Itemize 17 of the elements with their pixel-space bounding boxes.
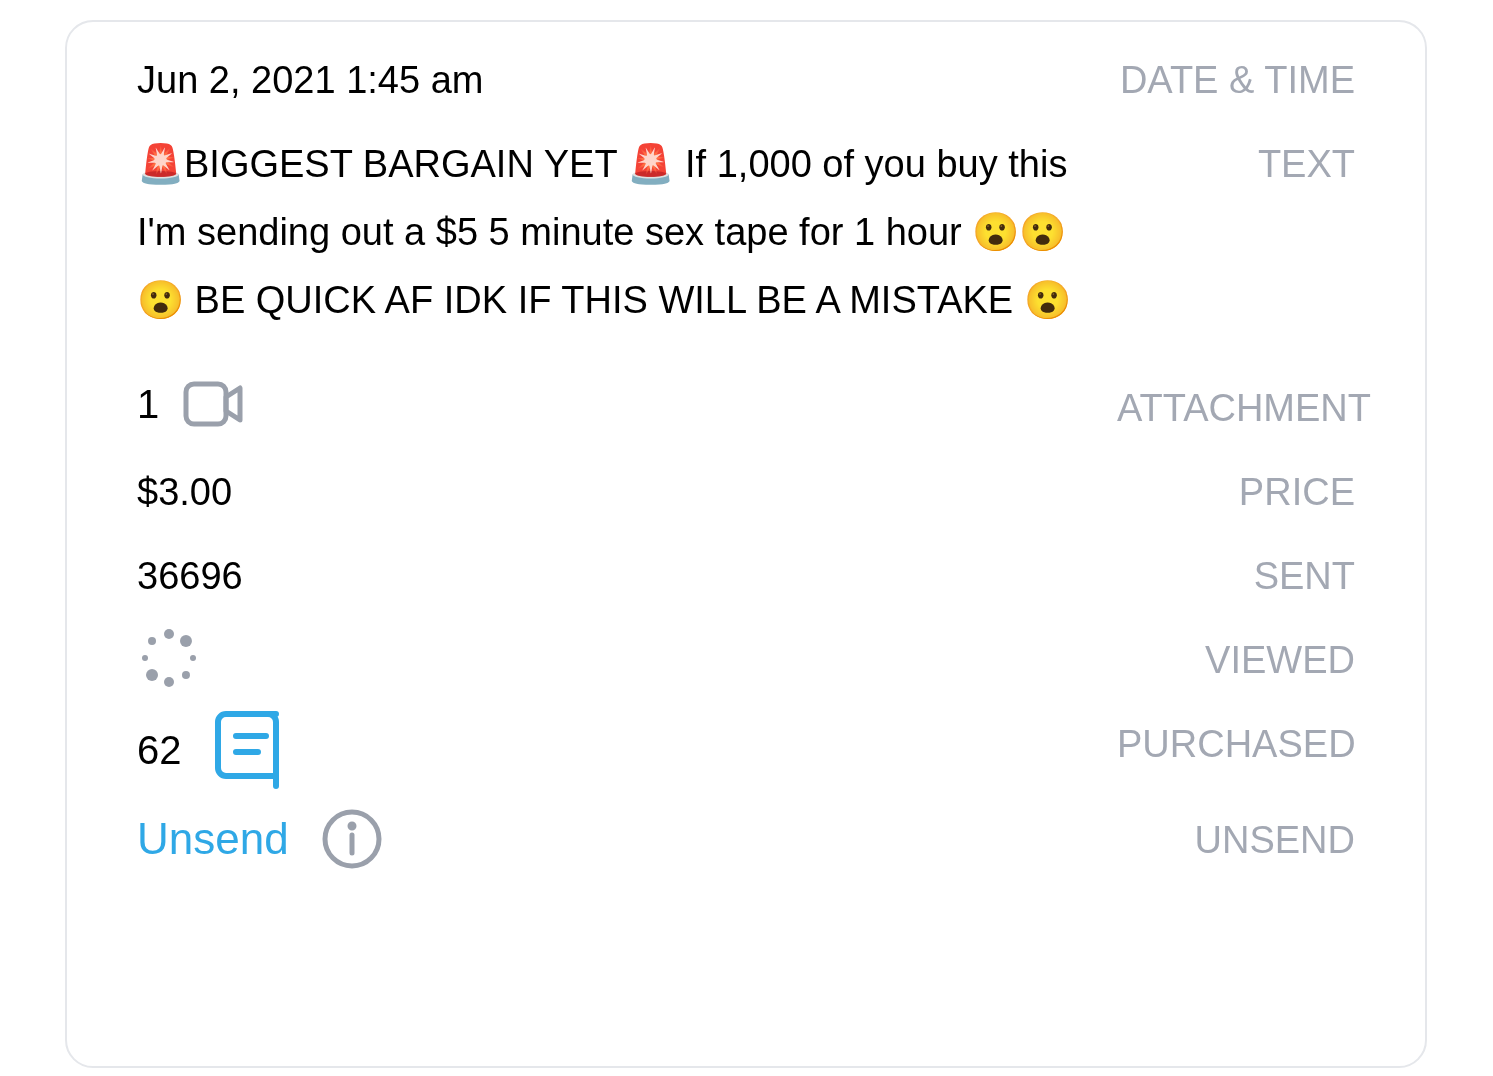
field-value: Jun 2, 2021 1:45 am [137,58,485,103]
field-label: DATE & TIME [1119,58,1355,103]
field-value: 🚨BIGGEST BARGAIN YET 🚨 If 1,000 of you buy this I'm sending out a $5 5 minute sex tape for 1 hour 😮😮😮 BE QUICK AF IDK IF THIS WILL BE A MISTAKE 😮 [137,142,1072,323]
purchased-count: 62 [137,727,182,774]
video-icon [183,381,244,427]
attachment-count: 1 [137,381,160,428]
field-label: UNSEND [1194,818,1355,863]
unsend-link[interactable]: Unsend [137,806,289,872]
field-value: 36696 [137,554,244,599]
field-label: PRICE [1238,470,1355,515]
field-label: SENT [1253,554,1355,599]
field-label: VIEWED [1205,638,1355,683]
info-icon [320,808,383,870]
field-value: $3.00 [137,470,234,515]
field-label: TEXT [1257,142,1355,187]
field-label: ATTACHMENT [1117,386,1371,431]
field-label: PURCHASED [1117,722,1356,767]
